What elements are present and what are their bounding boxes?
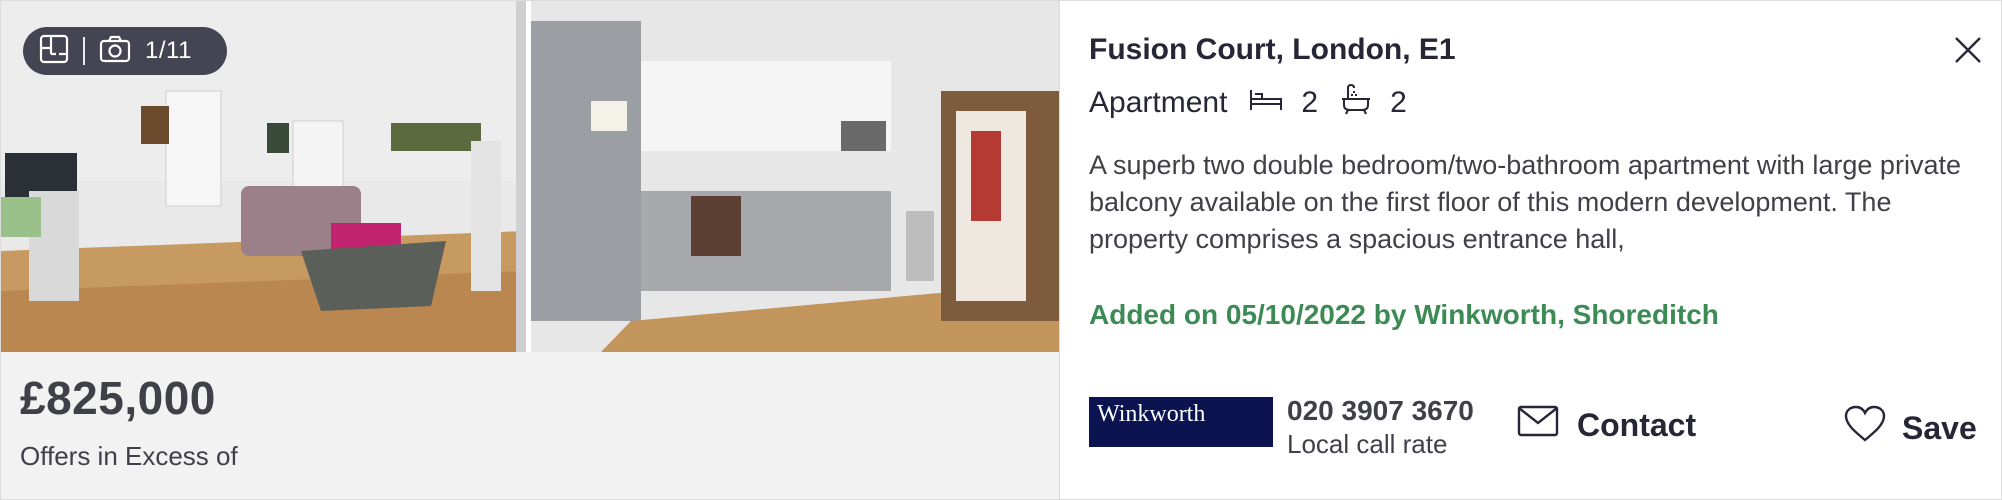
price: £825,000 (20, 372, 216, 424)
bedroom-count: 2 (1301, 86, 1319, 119)
price-qualifier: Offers in Excess of (20, 441, 238, 471)
heart-icon (1844, 405, 1886, 451)
overlay-separator (83, 37, 85, 65)
property-description: A superb two double bedroom/two-bathroom… (1089, 150, 1961, 254)
property-address[interactable]: Fusion Court, London, E1 (1089, 33, 1456, 67)
listing-details: Fusion Court, London, E1 Apartment 2 2 A… (1089, 1, 2001, 499)
gallery-counter-overlay[interactable]: 1/11 (23, 27, 227, 75)
added-by-agent: Added on 05/10/2022 by Winkworth, Shored… (1089, 299, 1719, 330)
property-card[interactable]: 1/11 £825,000 Offers in Excess of Fusion… (0, 0, 2002, 500)
card-divider (1059, 1, 1060, 499)
bath-icon (1340, 83, 1372, 123)
save-label: Save (1902, 409, 1977, 446)
agent-logo-text: Winkworth (1097, 401, 1206, 427)
floorplan-icon[interactable] (39, 34, 69, 69)
close-button[interactable] (1951, 33, 1985, 67)
photo-gallery[interactable]: 1/11 (1, 1, 1059, 352)
contact-button[interactable]: Contact (1517, 405, 1696, 445)
agent-phone[interactable]: 020 3907 3670 (1287, 395, 1474, 427)
photo-count: 1/11 (145, 37, 192, 64)
save-button[interactable]: Save (1844, 405, 1977, 451)
phone-rate-note: Local call rate (1287, 429, 1448, 459)
agent-logo[interactable]: Winkworth (1089, 397, 1273, 447)
bathroom-count: 2 (1390, 86, 1407, 119)
close-icon (1955, 37, 1981, 63)
property-type: Apartment (1089, 86, 1228, 119)
bed-icon (1249, 86, 1283, 120)
photo-kitchen[interactable] (531, 1, 1059, 352)
property-meta: Apartment 2 2 (1089, 83, 1407, 123)
envelope-icon (1517, 405, 1559, 445)
contact-label: Contact (1577, 406, 1697, 443)
camera-icon[interactable] (99, 35, 131, 68)
